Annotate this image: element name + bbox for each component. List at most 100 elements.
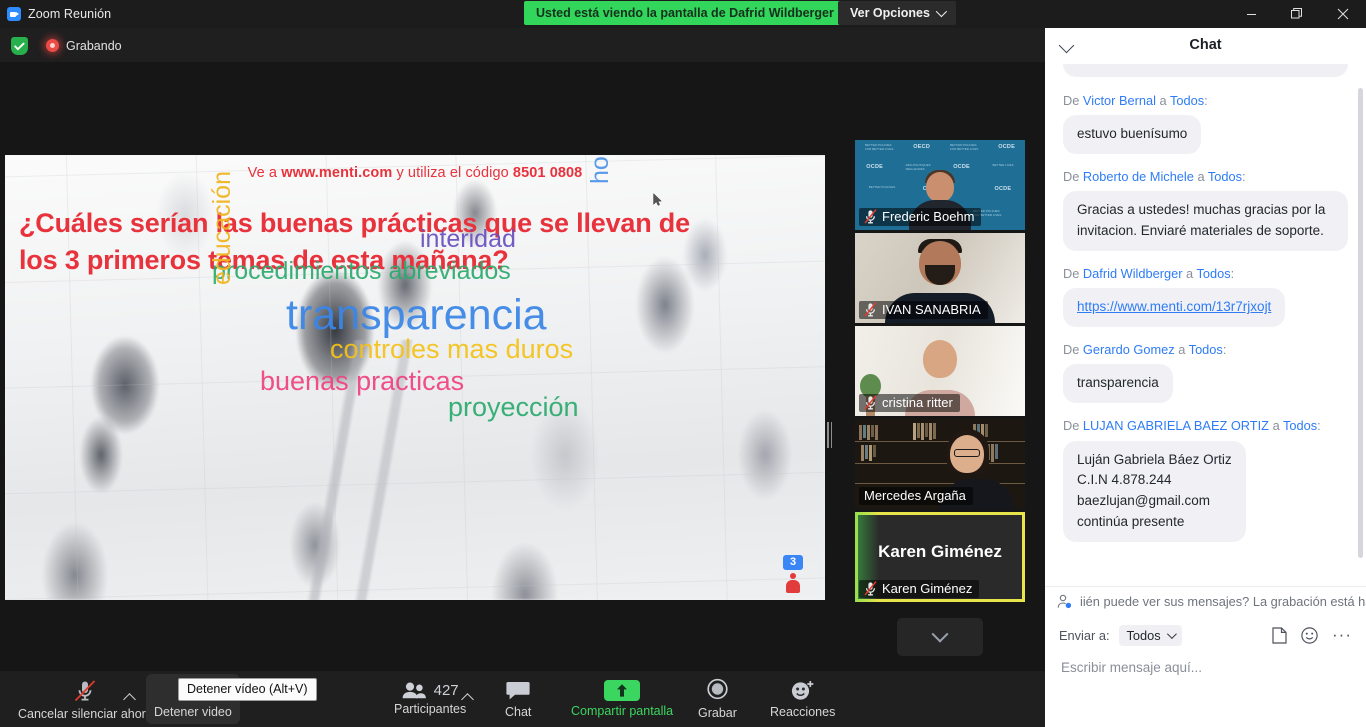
chat-message: De Gerardo Gomez a Todos: transparencia: [1063, 340, 1348, 404]
stop-video-tooltip: Detener vídeo (Alt+V): [178, 678, 317, 701]
word-cloud-word: interidad: [420, 225, 516, 253]
chat-message-sender[interactable]: Roberto de Michele: [1083, 169, 1194, 184]
minimize-button[interactable]: [1228, 0, 1274, 28]
chat-message-sender[interactable]: LUJAN GABRIELA BAEZ ORTIZ: [1083, 418, 1269, 433]
chevron-down-icon: [931, 625, 949, 643]
chat-panel-header: Chat: [1045, 28, 1366, 64]
restore-button[interactable]: [1274, 0, 1320, 28]
filmstrip-scroll-down-button[interactable]: [897, 618, 983, 656]
file-icon[interactable]: [1272, 626, 1287, 644]
participant-thumbnail[interactable]: cristina ritter: [855, 326, 1025, 416]
word-cloud-word: transparencia: [286, 291, 547, 339]
share-resize-handle[interactable]: [827, 422, 832, 448]
microphone-muted-icon: [75, 679, 96, 701]
chat-panel-title: Chat: [1189, 37, 1222, 53]
reactions-button-label: Reacciones: [770, 704, 836, 719]
chat-message-bubble: transparencia: [1063, 364, 1173, 404]
chat-input[interactable]: Escribir mensaje aquí...: [1045, 652, 1366, 675]
composer-actions: ···: [1272, 626, 1352, 644]
chat-message-header: De Victor Bernal a Todos:: [1063, 91, 1348, 110]
zoom-logo-icon: [7, 7, 21, 21]
close-button[interactable]: [1320, 0, 1366, 28]
thumbnail-name-label: cristina ritter: [882, 395, 953, 410]
thumbnail-name-badge: Frederic Boehm: [859, 208, 982, 226]
person-gear-icon: [1057, 594, 1072, 609]
clipped-message-bubble: [1063, 64, 1348, 77]
microphone-muted-icon: [864, 581, 877, 596]
stop-video-label: Detener video: [154, 704, 232, 719]
chat-to-label: a: [1174, 342, 1189, 358]
chat-message-recipient: Todos: [1188, 342, 1223, 358]
chat-suffix: :: [1222, 342, 1227, 358]
window-title: Zoom Reunión: [28, 7, 112, 21]
thumbnail-name-badge: Mercedes Argaña: [859, 487, 973, 505]
more-dots-icon[interactable]: ···: [1332, 626, 1352, 643]
thumbnail-center-name: Karen Giménez: [878, 542, 1002, 561]
word-cloud-word: proyección: [448, 392, 579, 422]
chat-scrollbar-thumb[interactable]: [1358, 88, 1363, 558]
chat-from-prefix: De: [1063, 266, 1083, 282]
chat-to-label: a: [1269, 418, 1284, 434]
chat-message: De Victor Bernal a Todos: estuvo buenísum…: [1063, 91, 1348, 155]
chat-message-header: De Roberto de Michele a Todos:: [1063, 167, 1348, 186]
chat-message-recipient: Todos: [1207, 169, 1243, 185]
chat-message-recipient: Todos: [1283, 418, 1318, 434]
chat-composer: Enviar a: Todos ··· Escribir mensaje aqu…: [1045, 618, 1366, 675]
smiley-plus-icon: [792, 680, 814, 700]
record-button-label: Grabar: [698, 706, 737, 720]
word-cloud-word: procedimientos abreviados: [212, 257, 511, 285]
chat-message-sender[interactable]: Victor Bernal: [1083, 93, 1156, 108]
record-circle-icon: [707, 678, 728, 700]
chat-to-label: a: [1182, 266, 1197, 282]
share-screen-button[interactable]: Compartir pantalla: [563, 674, 681, 724]
chat-message-recipient: Todos: [1196, 266, 1231, 282]
chat-message-header: De LUJAN GABRIELA BAEZ ORTIZ a Todos:: [1063, 416, 1348, 435]
send-to-dropdown[interactable]: Todos: [1118, 624, 1182, 646]
chat-scrollbar[interactable]: [1358, 88, 1363, 598]
chat-message-bubble[interactable]: https://www.menti.com/13r7rjxojt: [1063, 288, 1286, 328]
chat-suffix: :: [1317, 418, 1321, 434]
participant-thumbnail[interactable]: Karen Giménez Karen Giménez: [855, 512, 1025, 602]
participant-thumbnail[interactable]: Mercedes Argaña: [855, 419, 1025, 509]
chat-from-prefix: De: [1063, 169, 1083, 185]
recording-dot-icon[interactable]: [46, 39, 59, 52]
chevron-down-icon: [935, 5, 947, 18]
record-button[interactable]: Grabar: [690, 674, 745, 724]
chat-message-recipient: Todos: [1169, 93, 1205, 108]
share-screen-up-arrow-icon: [617, 684, 628, 697]
word-cloud-word: buenas practicas: [260, 366, 465, 396]
mute-button-label: Cancelar silenciar ahora: [18, 706, 153, 721]
chat-message-header: De Gerardo Gomez a Todos:: [1063, 340, 1348, 359]
chat-to-label: a: [1193, 169, 1208, 185]
chat-message-list[interactable]: De Victor Bernal a Todos: estuvo buenísum…: [1045, 64, 1366, 584]
mute-button[interactable]: Cancelar silenciar ahora: [10, 674, 161, 724]
word-cloud-word: controles mas duros: [330, 334, 574, 364]
chat-message-bubble: Gracias a ustedes! muchas gracias por la…: [1063, 191, 1348, 252]
participant-thumbnail[interactable]: IVAN SANABRIA: [855, 233, 1025, 323]
participant-thumbnail[interactable]: BETTER POLICIES FOR BETTER LIVES OECD BETTE…: [855, 140, 1025, 230]
chat-message-bubble: Luján Gabriela Báez Ortiz C.I.N 4.878.24…: [1063, 440, 1246, 543]
thumbnail-name-badge: cristina ritter: [859, 394, 960, 412]
microphone-muted-icon: [864, 209, 877, 224]
chat-button[interactable]: Chat: [497, 674, 539, 724]
emoji-icon[interactable]: [1301, 626, 1318, 644]
menti-participant-counter: 3: [783, 554, 803, 594]
people-icon: [402, 682, 426, 699]
window-controls: [1228, 0, 1366, 28]
reactions-button[interactable]: Reacciones: [762, 674, 843, 724]
zoom-meeting-window: Zoom Reunión Usted está viendo la pantal…: [0, 0, 1366, 727]
chat-message-link[interactable]: https://www.menti.com/13r7rjxojt: [1077, 299, 1271, 314]
microphone-muted-icon: [864, 395, 877, 410]
chat-message: De Roberto de Michele a Todos: Gracias a …: [1063, 167, 1348, 252]
send-to-value: Todos: [1126, 627, 1161, 643]
microphone-muted-icon: [864, 302, 877, 317]
menti-count-badge: 3: [783, 554, 803, 570]
view-options-button[interactable]: Ver Opciones: [838, 1, 956, 25]
participants-count: 427: [433, 682, 459, 699]
chat-message-sender[interactable]: Gerardo Gomez: [1083, 342, 1175, 357]
meeting-toolbar: Cancelar silenciar ahora Detener video 4…: [0, 671, 1045, 727]
chat-message-sender[interactable]: Dafrid Wildberger: [1083, 266, 1183, 281]
shield-check-icon[interactable]: [11, 37, 28, 55]
chat-message-bubble: estuvo buenísumo: [1063, 115, 1202, 155]
chat-from-prefix: De: [1063, 342, 1083, 358]
